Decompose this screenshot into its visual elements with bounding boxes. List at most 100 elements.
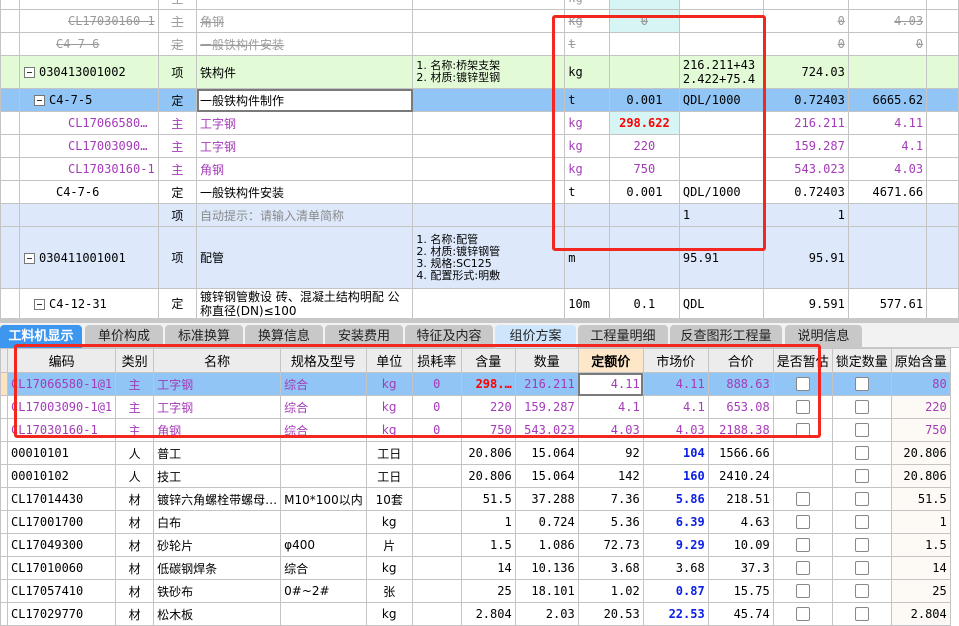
row-indicator[interactable] [0, 418, 8, 442]
column-header[interactable]: 类别 [115, 348, 155, 373]
code-cell[interactable] [18, 0, 159, 10]
name-cell[interactable]: 技工 [153, 464, 282, 488]
qty-cell[interactable]: 15.064 [514, 441, 579, 465]
row-indicator[interactable] [0, 372, 8, 396]
qty-cell[interactable]: 0.724 [514, 510, 579, 534]
feature-cell[interactable]: 1. 名称:桥架支架 2. 材质:镀锌型钢 [412, 55, 566, 89]
market-cell[interactable]: 160 [642, 464, 709, 488]
estimate-checkbox[interactable] [795, 515, 810, 530]
estimate-checkbox[interactable] [795, 400, 810, 415]
feature-cell[interactable] [412, 88, 566, 112]
loss-cell[interactable] [411, 487, 462, 511]
content-cell[interactable]: 1.5 [460, 533, 516, 557]
lock-quantity-cell[interactable] [831, 395, 892, 419]
feature-cell[interactable]: 1. 名称:配管 2. 材质:镀锌钢管 3. 规格:SC125 4. 配置形式:… [412, 226, 566, 289]
row-indicator[interactable] [0, 510, 8, 534]
type-cell[interactable]: 材 [115, 602, 155, 626]
content-cell[interactable]: 20.806 [460, 464, 516, 488]
expression-cell[interactable]: QDL/1000 [678, 88, 765, 112]
table-row[interactable]: CL17014430 材镀锌六角螺栓带螺母… M10*100以内 10套 51.5 37.… [0, 487, 951, 511]
table-row[interactable]: CL17030160-1 主角钢 综合 kg 0 750 543.023 4.03 4.03 21… [0, 418, 951, 442]
lock-quantity-cell[interactable] [831, 556, 892, 580]
content-cell[interactable]: 25 [460, 579, 516, 603]
type-cell[interactable]: 材 [115, 510, 155, 534]
row-indicator[interactable] [0, 288, 20, 319]
total-cell[interactable]: 2410.24 [707, 464, 774, 488]
type-cell[interactable]: 材 [115, 533, 155, 557]
table-row[interactable]: CL17049300 材砂轮片 φ400 片 1.5 1.086 72.73 9.29 10.0… [0, 533, 951, 557]
unit-cell[interactable]: kg [365, 510, 413, 534]
type-cell[interactable]: 人 [115, 441, 155, 465]
table-row[interactable]: CL17066580… 主工字钢 kg 298.622 216.211 4.11 [0, 111, 959, 135]
row-indicator[interactable] [0, 579, 8, 603]
content-cell[interactable]: 0 [608, 9, 680, 33]
row-indicator[interactable] [0, 441, 8, 465]
table-row[interactable]: CL17010060 材低碳钢焊条 综合 kg 14 10.136 3.68 3.68 37.3… [0, 556, 951, 580]
column-header[interactable]: 合价 [707, 348, 774, 373]
table-row[interactable]: CL17057410 材铁砂布 0#~2# 张 25 18.101 1.02 0.87 15.7… [0, 579, 951, 603]
unit-cell[interactable]: kg [365, 556, 413, 580]
column-header[interactable]: 市场价 [642, 348, 709, 373]
code-cell[interactable]: 030413001002 [18, 55, 159, 89]
estimate-cell[interactable] [772, 441, 833, 465]
total-cell[interactable]: 888.63 [707, 372, 774, 396]
qty-cell[interactable]: 2.03 [514, 602, 579, 626]
name-cell[interactable]: 松木板 [153, 602, 282, 626]
lock-quantity-checkbox[interactable] [854, 469, 869, 484]
column-header[interactable]: 原始含量 [890, 348, 951, 373]
column-header[interactable]: 数量 [514, 348, 579, 373]
row-indicator[interactable] [0, 464, 8, 488]
table-row[interactable]: 主 kg [0, 0, 959, 10]
table-row[interactable]: C4-7-6 定一般铁构件安装 t 0 0 [0, 32, 959, 56]
column-header[interactable]: 定额价 [577, 348, 644, 373]
column-header[interactable]: 单位 [365, 348, 413, 373]
quota-cell[interactable]: 4.03 [577, 418, 644, 442]
unit-cell[interactable]: kg [365, 418, 413, 442]
table-row[interactable]: CL17029770 材松木板 kg 2.804 2.03 20.53 22.53 45.74… [0, 602, 951, 626]
estimate-checkbox[interactable] [795, 584, 810, 599]
row-indicator[interactable] [0, 226, 20, 289]
total-cell[interactable]: 37.3 [707, 556, 774, 580]
unit-cell[interactable]: kg [365, 602, 413, 626]
lock-quantity-cell[interactable] [831, 602, 892, 626]
market-cell[interactable]: 4.11 [642, 372, 709, 396]
code-cell[interactable]: CL17030160-1 [6, 418, 117, 442]
quota-cell[interactable]: 7.36 [577, 487, 644, 511]
loss-cell[interactable]: 0 [411, 395, 462, 419]
name-cell[interactable]: 低碳钢焊条 [153, 556, 282, 580]
content-cell[interactable]: 0.1 [608, 288, 680, 319]
loss-cell[interactable]: 0 [411, 418, 462, 442]
market-cell[interactable]: 6.39 [642, 510, 709, 534]
table-row[interactable]: C4-7-5 定一般铁构件制作 t 0.001 QDL/1000 0.72403 6665.… [0, 88, 959, 112]
lock-quantity-checkbox[interactable] [854, 377, 869, 392]
name-cell[interactable]: 镀锌钢管敷设 砖、混凝土结构明配 公称直径(DN)≤100 [196, 288, 414, 319]
loss-cell[interactable] [411, 556, 462, 580]
row-indicator[interactable] [0, 9, 20, 33]
name-cell[interactable]: 工字钢 [196, 111, 414, 135]
spec-cell[interactable] [280, 464, 367, 488]
market-cell[interactable]: 0.87 [642, 579, 709, 603]
market-cell[interactable]: 4.1 [642, 395, 709, 419]
name-cell[interactable]: 铁砂布 [153, 579, 282, 603]
lock-quantity-checkbox[interactable] [854, 538, 869, 553]
spec-cell[interactable]: 综合 [280, 418, 367, 442]
spec-cell[interactable] [280, 441, 367, 465]
table-row[interactable]: CL17030160-1 主角钢 kg 750 543.023 4.03 [0, 157, 959, 181]
tab-6[interactable]: 特征及内容 [405, 325, 493, 348]
column-header[interactable]: 锁定数量 [831, 348, 892, 373]
lock-quantity-cell[interactable] [831, 418, 892, 442]
name-cell[interactable]: 角钢 [196, 9, 414, 33]
row-indicator[interactable] [0, 32, 20, 56]
content-cell[interactable]: 51.5 [460, 487, 516, 511]
type-cell[interactable]: 材 [115, 487, 155, 511]
code-cell[interactable]: CL17066580-1@1 [6, 372, 117, 396]
quota-cell[interactable]: 72.73 [577, 533, 644, 557]
loss-cell[interactable] [411, 579, 462, 603]
estimate-checkbox[interactable] [795, 377, 810, 392]
row-indicator[interactable] [0, 88, 20, 112]
row-indicator[interactable] [0, 533, 8, 557]
total-cell[interactable]: 653.08 [707, 395, 774, 419]
spec-cell[interactable] [280, 602, 367, 626]
unit-cell[interactable]: kg [365, 395, 413, 419]
tab-9[interactable]: 反查图形工程量 [670, 325, 782, 348]
